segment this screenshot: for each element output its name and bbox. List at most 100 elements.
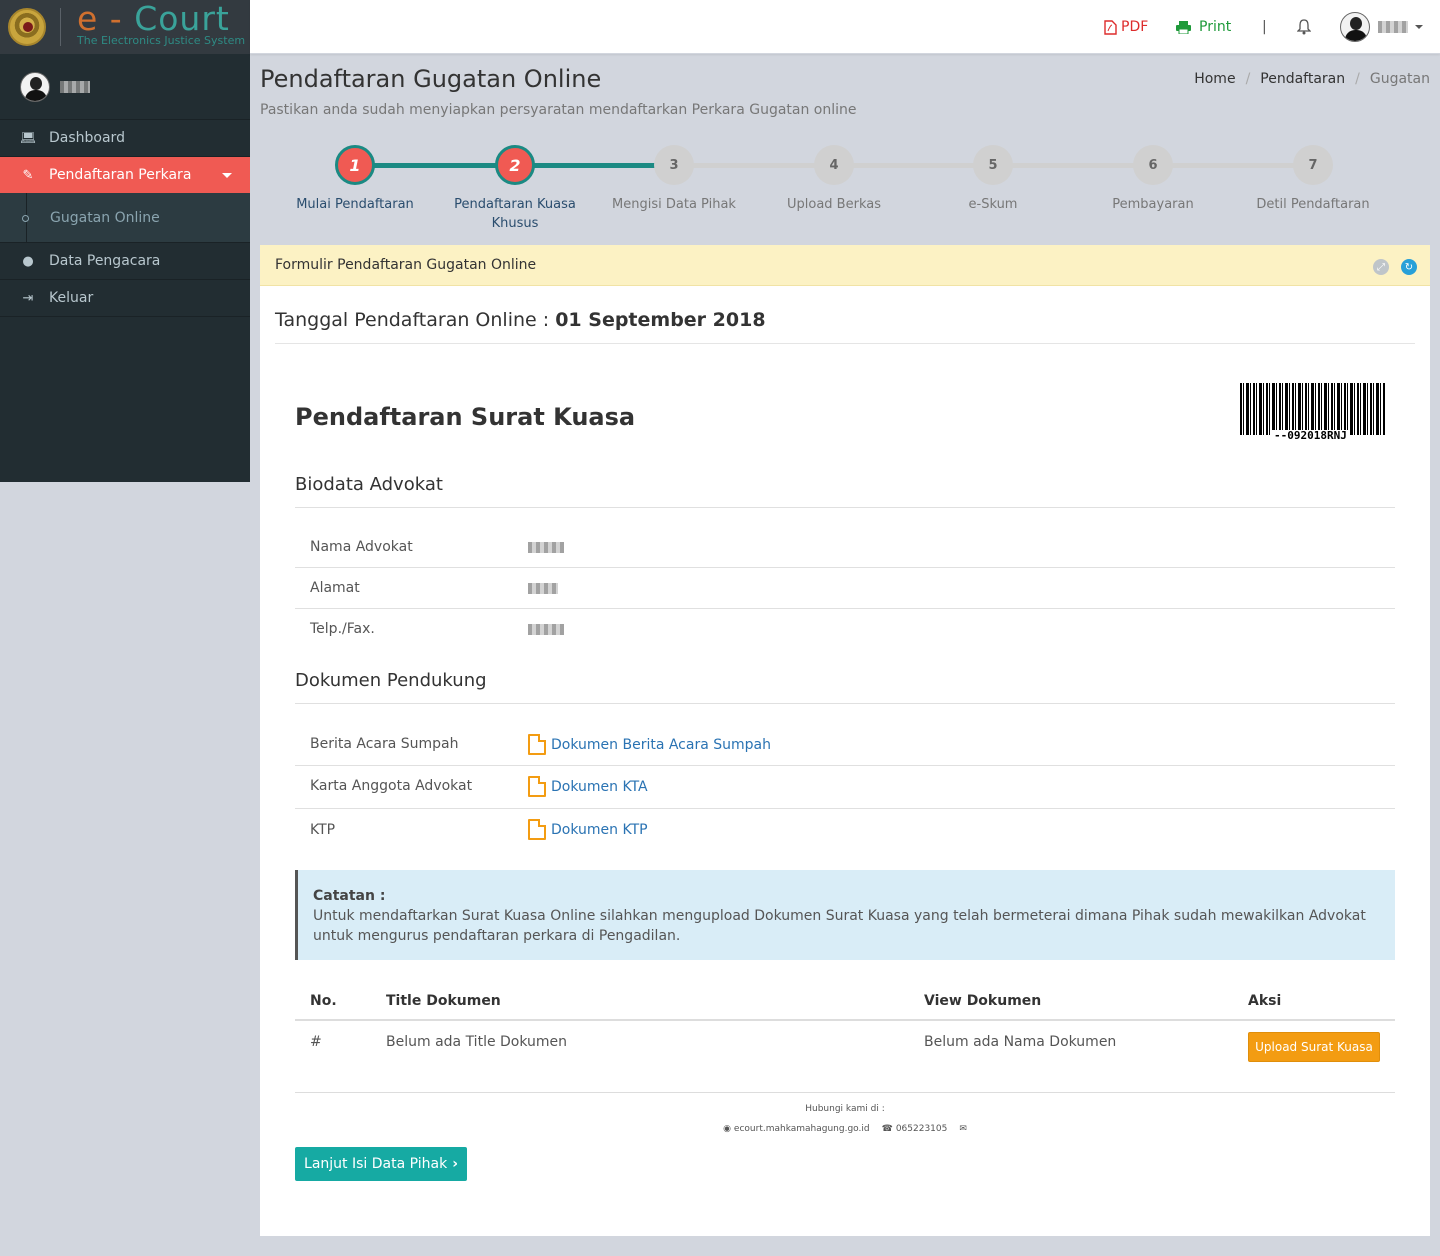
website-link[interactable]: ◉ ecourt.mahkamahagung.go.id	[723, 1124, 870, 1134]
expand-icon[interactable]: ⤢	[1373, 259, 1389, 275]
next-step-label: Lanjut Isi Data Pihak	[304, 1156, 448, 1172]
dokumen-row-kta: Karta Anggota Advokat Dokumen KTA	[295, 766, 1395, 809]
column-header: Title Dokumen	[386, 993, 501, 1009]
file-icon	[528, 819, 546, 840]
breadcrumb-home[interactable]: Home	[1194, 71, 1235, 87]
barcode-text: --092018RNJ	[1272, 429, 1349, 442]
row-label: Alamat	[310, 580, 360, 596]
phone-icon: ☎	[881, 1124, 893, 1134]
step-label: e-Skum	[968, 197, 1018, 212]
user-name-blurred	[60, 80, 90, 93]
column-header: Aksi	[1248, 993, 1282, 1009]
table-header: No. Title Dokumen View Dokumen Aksi	[295, 985, 1395, 1021]
user-name-blurred	[1378, 21, 1408, 33]
sidebar-item-dashboard[interactable]: 💻︎ Dashboard	[0, 120, 250, 157]
info-callout: Catatan : Untuk mendaftarkan Surat Kuasa…	[295, 870, 1395, 960]
registration-date-value: 01 September 2018	[555, 309, 766, 331]
row-value-blurred	[528, 541, 564, 557]
pdf-button[interactable]: PDF	[1104, 19, 1148, 35]
upload-surat-kuasa-button[interactable]: Upload Surat Kuasa	[1248, 1032, 1380, 1062]
user-icon: ●	[22, 253, 34, 269]
phone-info: ☎ 065223105	[882, 1124, 948, 1134]
step-label: Mulai Pendaftaran	[296, 197, 414, 212]
row-label: Telp./Fax.	[310, 621, 375, 637]
step-1[interactable]: 1 Mulai Pendaftaran	[275, 145, 435, 214]
user-menu[interactable]	[1340, 12, 1423, 42]
step-7[interactable]: 7 Detil Pendaftaran	[1233, 145, 1393, 214]
biodata-heading: Biodata Advokat	[295, 474, 443, 495]
brand-bar: e - Court The Electronics Justice System	[0, 0, 250, 54]
step-3[interactable]: 3 Mengisi Data Pihak	[594, 145, 754, 214]
callout-title: Catatan :	[313, 888, 386, 904]
row-value-blurred	[528, 582, 558, 598]
topbar: PDF Print |	[250, 0, 1440, 54]
sign-out-icon: ⇥	[22, 290, 34, 306]
sidebar: 💻︎ Dashboard ✎ Pendaftaran Perkara Gugat…	[0, 54, 250, 482]
wizard-steps: 1 Mulai Pendaftaran 2 Pendaftaran Kuasa …	[275, 145, 1393, 235]
refresh-icon[interactable]: ↻	[1401, 259, 1417, 275]
file-icon	[528, 734, 546, 755]
step-label: Pendaftaran Kuasa Khusus	[454, 197, 576, 231]
document-link-label: Dokumen KTP	[551, 821, 648, 838]
row-label: Karta Anggota Advokat	[310, 778, 473, 794]
brand-subtitle: The Electronics Justice System	[77, 33, 246, 47]
breadcrumb: Home / Pendaftaran / Gugatan	[1194, 71, 1430, 87]
court-logo-icon[interactable]	[8, 8, 46, 46]
chevron-right-icon: ›	[452, 1156, 458, 1172]
brand-text[interactable]: e - Court The Electronics Justice System	[77, 0, 246, 47]
submenu: Gugatan Online	[0, 193, 250, 243]
step-2[interactable]: 2 Pendaftaran Kuasa Khusus	[435, 145, 595, 233]
page-title: Pendaftaran Gugatan Online	[260, 65, 602, 93]
row-label: KTP	[310, 822, 336, 838]
brand-divider	[60, 8, 61, 46]
row-label: Berita Acara Sumpah	[310, 736, 459, 752]
step-number: 2	[495, 145, 535, 185]
caret-down-icon	[222, 172, 232, 178]
step-number: 6	[1133, 145, 1173, 185]
step-6[interactable]: 6 Pembayaran	[1073, 145, 1233, 214]
document-link[interactable]: Dokumen Berita Acara Sumpah	[528, 734, 771, 755]
form-box: Formulir Pendaftaran Gugatan Online ⤢ ↻ …	[260, 245, 1430, 1236]
user-panel	[0, 54, 250, 119]
step-number: 5	[973, 145, 1013, 185]
barcode: --092018RNJ	[1240, 383, 1386, 442]
step-label: Pembayaran	[1112, 197, 1194, 212]
sidebar-item-label: Pendaftaran Perkara	[49, 167, 192, 183]
biodata-row-nama: Nama Advokat	[295, 527, 1395, 568]
edit-icon: ✎	[22, 167, 34, 183]
contact-heading: Hubungi kami di :	[805, 1104, 885, 1114]
column-header: No.	[310, 993, 337, 1009]
box-header: Formulir Pendaftaran Gugatan Online	[260, 245, 1430, 286]
pdf-label: PDF	[1121, 19, 1149, 35]
step-5[interactable]: 5 e-Skum	[913, 145, 1073, 214]
cell-title: Belum ada Title Dokumen	[386, 1034, 568, 1050]
dokumen-row-ktp: KTP Dokumen KTP	[295, 809, 1395, 850]
avatar	[20, 71, 50, 102]
box-tools: ⤢ ↻	[1373, 259, 1417, 275]
cell-view: Belum ada Nama Dokumen	[924, 1034, 1117, 1050]
document-link-label: Dokumen KTA	[551, 778, 648, 795]
registration-date-label: Tanggal Pendaftaran Online :	[275, 309, 556, 331]
contact-info: ◉ ecourt.mahkamahagung.go.id ☎ 065223105 ✉	[260, 1124, 1430, 1134]
sidebar-item-keluar[interactable]: ⇥ Keluar	[0, 280, 250, 317]
avatar	[1340, 12, 1370, 42]
breadcrumb-pendaftaran[interactable]: Pendaftaran	[1260, 71, 1345, 87]
bell-icon[interactable]	[1296, 19, 1312, 39]
next-step-button[interactable]: Lanjut Isi Data Pihak ›	[295, 1147, 467, 1181]
brand-title-suffix: Court	[134, 0, 230, 38]
file-pdf-icon	[1104, 19, 1117, 35]
row-label: Nama Advokat	[310, 539, 413, 555]
submenu-item-gugatan-online[interactable]: Gugatan Online	[22, 210, 160, 226]
step-number: 4	[814, 145, 854, 185]
envelope-icon[interactable]: ✉	[959, 1124, 967, 1134]
document-link[interactable]: Dokumen KTA	[528, 776, 648, 797]
sidebar-item-pendaftaran-perkara[interactable]: ✎ Pendaftaran Perkara	[0, 157, 250, 193]
callout-text: Untuk mendaftarkan Surat Kuasa Online si…	[313, 908, 1366, 944]
document-link[interactable]: Dokumen KTP	[528, 819, 648, 840]
step-number: 1	[335, 145, 375, 185]
sidebar-item-data-pengacara[interactable]: ● Data Pengacara	[0, 243, 250, 280]
print-label: Print	[1199, 19, 1232, 35]
print-button[interactable]: Print	[1176, 19, 1231, 35]
brand-title: e - Court	[77, 0, 245, 38]
step-4[interactable]: 4 Upload Berkas	[754, 145, 914, 214]
